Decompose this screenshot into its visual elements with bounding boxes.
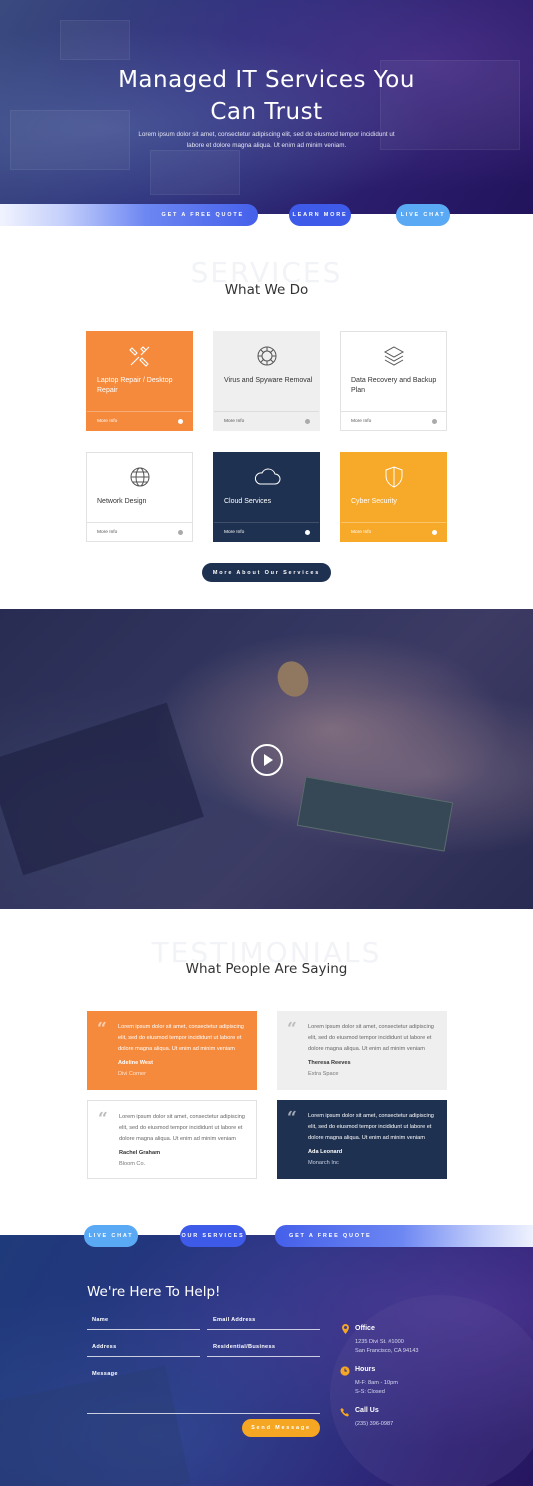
service-card-title: Cloud Services xyxy=(224,498,272,505)
location-pin-icon xyxy=(340,1324,350,1334)
globe-icon xyxy=(87,465,192,489)
contact-title: We're Here To Help! xyxy=(87,1284,221,1300)
testimonial-text: Lorem ipsum dolor sit amet, consectetur … xyxy=(308,1113,434,1141)
hero-bg-shape xyxy=(60,20,130,60)
address-label: Address xyxy=(92,1344,117,1350)
virus-icon xyxy=(214,344,319,368)
card-divider xyxy=(214,522,319,523)
more-info-link[interactable]: More Info xyxy=(224,530,244,535)
arrow-icon[interactable] xyxy=(432,419,437,424)
testimonial-name: Rachel Graham xyxy=(119,1150,161,1156)
service-card-security[interactable]: Cyber Security More Info xyxy=(340,452,447,542)
quote-icon: “ xyxy=(98,1109,108,1129)
address-field[interactable] xyxy=(87,1356,200,1357)
service-card-data-recovery[interactable]: Data Recovery and Backup Plan More Info xyxy=(340,331,447,431)
more-info-link[interactable]: More Info xyxy=(97,419,117,424)
call-heading: Call Us xyxy=(355,1407,379,1414)
service-card-virus[interactable]: Virus and Spyware Removal More Info xyxy=(213,331,320,431)
message-label: Message xyxy=(92,1371,118,1377)
testimonial-text: Lorem ipsum dolor sit amet, consectetur … xyxy=(118,1024,244,1052)
arrow-icon[interactable] xyxy=(178,530,183,535)
testimonial-company: Bloom Co. xyxy=(119,1161,146,1167)
phone-number[interactable]: (235) 396-0987 xyxy=(355,1419,393,1429)
live-chat-button[interactable]: Live Chat xyxy=(396,204,450,226)
cloud-icon xyxy=(214,465,319,489)
layers-icon xyxy=(341,344,446,368)
card-divider xyxy=(214,411,319,412)
office-heading: Office xyxy=(355,1325,375,1332)
testimonial-name: Adeline West xyxy=(118,1060,154,1066)
arrow-icon[interactable] xyxy=(432,530,437,535)
residential-business-field[interactable] xyxy=(207,1356,320,1357)
card-divider xyxy=(87,522,192,523)
quote-icon: “ xyxy=(97,1019,107,1039)
get-quote-button[interactable]: Get a Free Quote xyxy=(275,1225,533,1247)
more-about-services-button[interactable]: More About Our Services xyxy=(202,563,331,582)
testimonial-name: Theresa Reeves xyxy=(308,1060,351,1066)
service-card-title: Data Recovery and Backup Plan xyxy=(351,377,437,394)
residential-business-label: Residential/Business xyxy=(213,1344,276,1350)
quote-icon: “ xyxy=(287,1019,297,1039)
shield-icon xyxy=(341,465,446,489)
more-info-link[interactable]: More Info xyxy=(351,530,371,535)
email-field[interactable] xyxy=(207,1329,320,1330)
testimonial-card: “ Lorem ipsum dolor sit amet, consectetu… xyxy=(277,1100,447,1179)
more-info-link[interactable]: More Info xyxy=(97,530,117,535)
arrow-icon[interactable] xyxy=(178,419,183,424)
hero-title: Managed IT Services You Can Trust xyxy=(0,64,533,128)
live-chat-button[interactable]: Live Chat xyxy=(84,1225,138,1247)
service-card-network[interactable]: Network Design More Info xyxy=(86,452,193,542)
service-card-title: Virus and Spyware Removal xyxy=(224,377,313,384)
phone-icon xyxy=(340,1407,350,1417)
card-divider xyxy=(87,411,192,412)
contact-section xyxy=(0,1235,533,1486)
testimonial-card: “ Lorem ipsum dolor sit amet, consectetu… xyxy=(87,1011,257,1090)
name-label: Name xyxy=(92,1317,109,1323)
service-card-title: Laptop Repair / Desktop Repair xyxy=(97,377,173,394)
more-info-link[interactable]: More Info xyxy=(224,419,244,424)
arrow-icon[interactable] xyxy=(305,419,310,424)
quote-icon: “ xyxy=(287,1108,297,1128)
send-message-button[interactable]: Send Message xyxy=(242,1419,320,1437)
testimonial-card: “ Lorem ipsum dolor sit amet, consectetu… xyxy=(87,1100,257,1179)
testimonial-name: Ada Leonard xyxy=(308,1149,343,1155)
service-card-title: Cyber Security xyxy=(351,498,397,505)
services-title: What We Do xyxy=(224,282,309,298)
play-icon[interactable] xyxy=(251,744,283,776)
card-divider xyxy=(341,522,446,523)
message-field[interactable] xyxy=(87,1413,320,1414)
hero-text: Lorem ipsum dolor sit amet, consectetur … xyxy=(138,131,395,149)
learn-more-button[interactable]: Learn More xyxy=(289,204,351,226)
our-services-button[interactable]: Our Services xyxy=(180,1225,246,1247)
hero-bg-shape xyxy=(150,150,240,195)
testimonial-text: Lorem ipsum dolor sit amet, consectetur … xyxy=(308,1024,434,1052)
testimonial-company: Monarch Inc xyxy=(308,1160,339,1166)
name-field[interactable] xyxy=(87,1329,200,1330)
testimonials-title: What People Are Saying xyxy=(185,961,348,977)
email-label: Email Address xyxy=(213,1317,256,1323)
tools-icon xyxy=(87,344,192,368)
footer-bg-shape xyxy=(0,1365,191,1486)
testimonial-text: Lorem ipsum dolor sit amet, consectetur … xyxy=(119,1114,245,1142)
testimonial-company: Divi Corner xyxy=(118,1071,146,1077)
hours-heading: Hours xyxy=(355,1366,376,1373)
service-card-cloud[interactable]: Cloud Services More Info xyxy=(213,452,320,542)
hero-title-line1: Managed IT Services You xyxy=(118,67,415,93)
hours-line2: S-S: Closed xyxy=(355,1389,385,1395)
testimonial-company: Extra Space xyxy=(308,1071,339,1077)
testimonial-card: “ Lorem ipsum dolor sit amet, consectetu… xyxy=(277,1011,447,1090)
service-card-title: Network Design xyxy=(97,498,147,505)
arrow-icon[interactable] xyxy=(305,530,310,535)
get-quote-button[interactable]: Get a Free Quote xyxy=(0,204,258,226)
clock-icon xyxy=(340,1366,350,1376)
card-divider xyxy=(341,411,446,412)
more-info-link[interactable]: More Info xyxy=(351,419,371,424)
service-card-laptop[interactable]: Laptop Repair / Desktop Repair More Info xyxy=(86,331,193,431)
hero-title-line2: Can Trust xyxy=(210,99,323,125)
office-line2: San Francisco, CA 94143 xyxy=(355,1348,419,1354)
